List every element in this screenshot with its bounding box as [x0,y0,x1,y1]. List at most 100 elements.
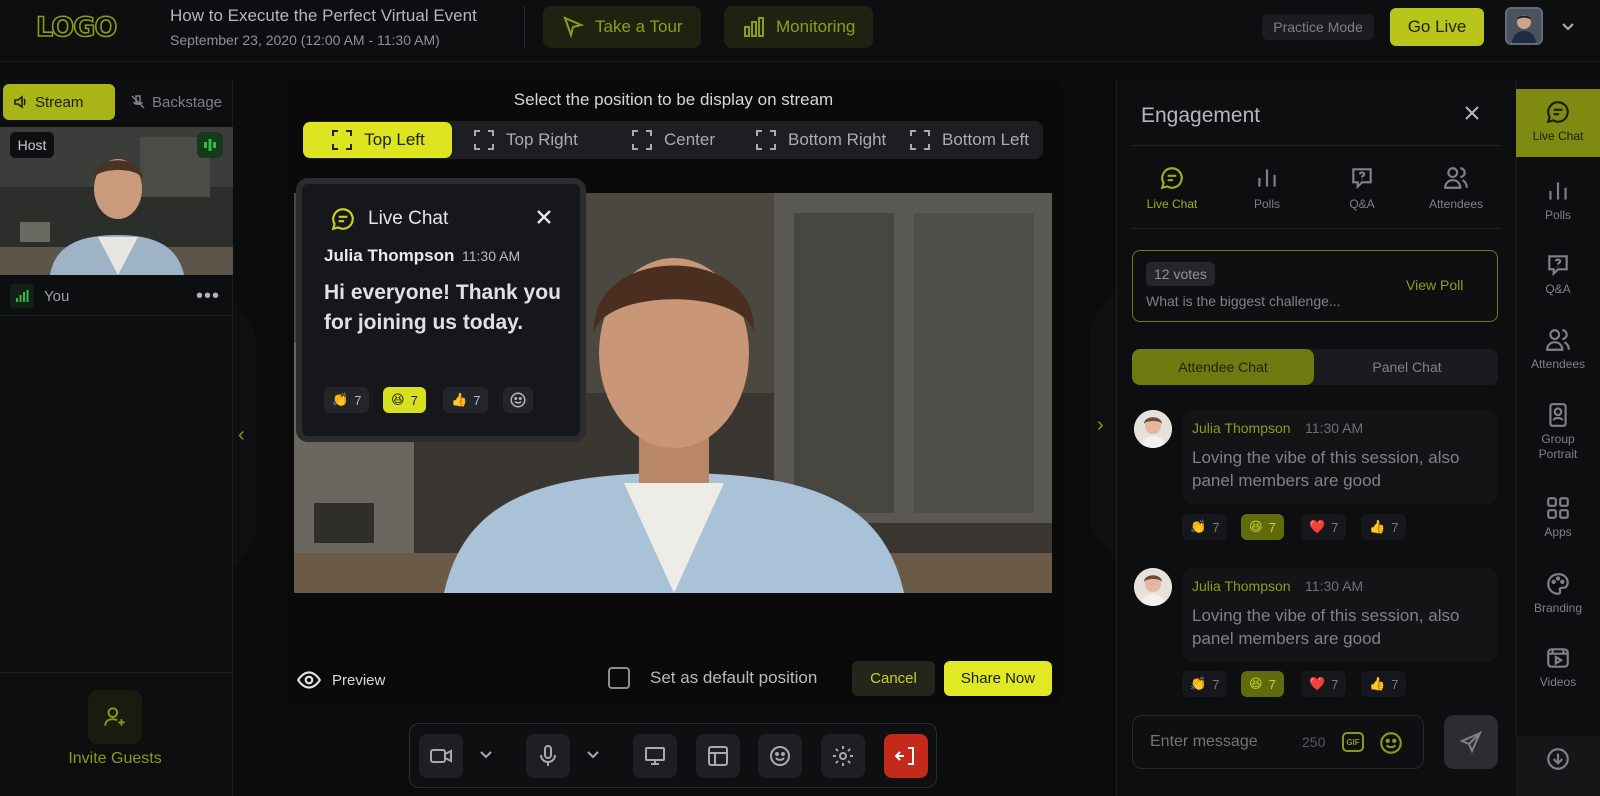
divider [1132,145,1500,146]
reaction-count: 7 [1391,676,1399,692]
share-now-button[interactable]: Share Now [944,661,1052,696]
chevron-down-icon[interactable] [1560,18,1576,34]
position-bottom-left[interactable]: Bottom Left [908,122,1029,158]
stream-tab[interactable]: Stream [3,84,115,120]
rail-item-group-portrait[interactable]: Group Portrait [1516,402,1600,462]
default-position-checkbox[interactable] [608,667,630,689]
reaction-clap[interactable]: 👏 7 [324,387,370,413]
microphone-icon [536,744,560,768]
preview-button[interactable]: Preview [296,667,385,693]
avatar [1134,568,1172,606]
event-date: September 23, 2020 (12:00 AM - 11:30 AM) [170,32,440,48]
camera-button[interactable] [419,734,463,778]
rail-item-qa[interactable]: Q&A [1516,252,1600,297]
take-tour-button[interactable]: Take a Tour [543,6,701,48]
reaction-heart[interactable]: ❤️ 7 [1301,671,1347,697]
tab-live-chat[interactable]: Live Chat [1132,165,1212,211]
rail-item-live-chat[interactable]: Live Chat [1516,99,1600,144]
view-poll-link[interactable]: View Poll [1406,277,1463,293]
rail-item-polls[interactable]: Polls [1516,178,1600,223]
rail-item-videos[interactable]: Videos [1516,645,1600,690]
more-options-icon[interactable]: ••• [196,285,220,308]
position-top-left[interactable]: Top Left [303,122,452,158]
palette-icon [1545,571,1571,597]
message-time: 11:30 AM [1305,420,1364,436]
rail-item-branding[interactable]: Branding [1516,571,1600,616]
reaction-count: 7 [473,392,481,408]
download-icon[interactable] [1545,746,1571,772]
take-tour-label: Take a Tour [595,17,683,36]
reaction-count: 7 [1268,676,1276,692]
tab-polls[interactable]: Polls [1227,165,1307,211]
close-icon[interactable] [535,208,553,226]
reaction-laugh[interactable]: 😆 7 [383,387,426,413]
reaction-count: 7 [1331,519,1339,535]
reaction-thumbs-up[interactable]: 👍 7 [1361,514,1407,540]
backstage-tab[interactable]: Backstage [122,84,229,120]
emoji-icon[interactable] [1378,730,1404,756]
rail-label: Branding [1533,601,1583,615]
send-button[interactable] [1444,715,1498,769]
reaction-laugh[interactable]: 😆 7 [1241,514,1284,540]
user-avatar[interactable] [1505,7,1543,45]
screen-share-button[interactable] [633,734,677,778]
position-label: Top Right [506,130,578,149]
chevron-down-icon[interactable] [478,746,494,762]
users-icon [1443,165,1469,191]
message-text: Loving the vibe of this session, also pa… [1192,448,1460,490]
settings-button[interactable] [821,734,865,778]
reaction-clap[interactable]: 👏 7 [1182,514,1228,540]
reaction-thumbs-up[interactable]: 👍 7 [1361,671,1407,697]
rail-label: Attendees [1530,357,1586,371]
clap-icon: 👏 [332,392,349,407]
close-icon[interactable] [1463,104,1481,122]
chevron-left-icon[interactable]: ‹ [238,424,245,447]
speaker-icon [13,94,29,110]
leave-button[interactable] [884,734,928,778]
add-reaction-button[interactable] [503,387,533,413]
audio-level-icon [197,132,223,158]
event-title: How to Execute the Perfect Virtual Event [170,6,477,25]
invite-guests-label[interactable]: Invite Guests [0,750,230,768]
gif-icon[interactable]: GIF [1342,732,1364,752]
overlay-message: Hi everyone! Thank you for joining us to… [324,281,561,334]
panel-chat-tab[interactable]: Panel Chat [1316,349,1498,385]
character-count: 250 [1302,734,1326,750]
reactions-button[interactable] [758,734,802,778]
position-bottom-right[interactable]: Bottom Right [754,122,886,158]
practice-mode-badge[interactable]: Practice Mode [1262,14,1374,40]
chat-message: Julia Thompson 11:30 AM Loving the vibe … [1182,568,1498,662]
reaction-heart[interactable]: ❤️ 7 [1301,514,1347,540]
overlay-title: Live Chat [368,208,449,229]
eye-icon [296,667,322,693]
monitoring-button[interactable]: Monitoring [724,6,874,48]
reaction-laugh[interactable]: 😆 7 [1241,671,1284,697]
go-live-button[interactable]: Go Live [1390,8,1484,46]
position-center[interactable]: Center [630,122,715,158]
position-label: Center [664,130,716,149]
reaction-clap[interactable]: 👏 7 [1182,671,1228,697]
tab-qa[interactable]: Q&A [1322,165,1402,211]
microphone-button[interactable] [526,734,570,778]
default-position-checkbox-row[interactable]: Set as default position [608,667,817,689]
signal-icon [10,284,34,308]
frame-icon [630,128,654,152]
default-position-label: Set as default position [650,668,818,687]
attendee-chat-tab[interactable]: Attendee Chat [1132,349,1314,385]
frame-icon [330,128,354,152]
rail-item-apps[interactable]: Apps [1516,495,1600,540]
chevron-right-icon[interactable]: › [1097,414,1104,437]
sender-name: Julia Thompson [1192,420,1291,436]
chat-bubble-icon [1545,99,1571,125]
invite-guests-button[interactable] [88,690,142,744]
message-input[interactable] [1150,733,1290,751]
rail-item-attendees[interactable]: Attendees [1516,327,1600,372]
layout-button[interactable] [696,734,740,778]
rail-label: Polls [1544,208,1571,222]
chat-bubble-icon [330,206,356,232]
tab-attendees[interactable]: Attendees [1416,165,1496,211]
reaction-thumbs-up[interactable]: 👍 7 [443,387,489,413]
chevron-down-icon[interactable] [585,746,601,762]
cancel-button[interactable]: Cancel [852,661,935,696]
position-top-right[interactable]: Top Right [472,122,578,158]
